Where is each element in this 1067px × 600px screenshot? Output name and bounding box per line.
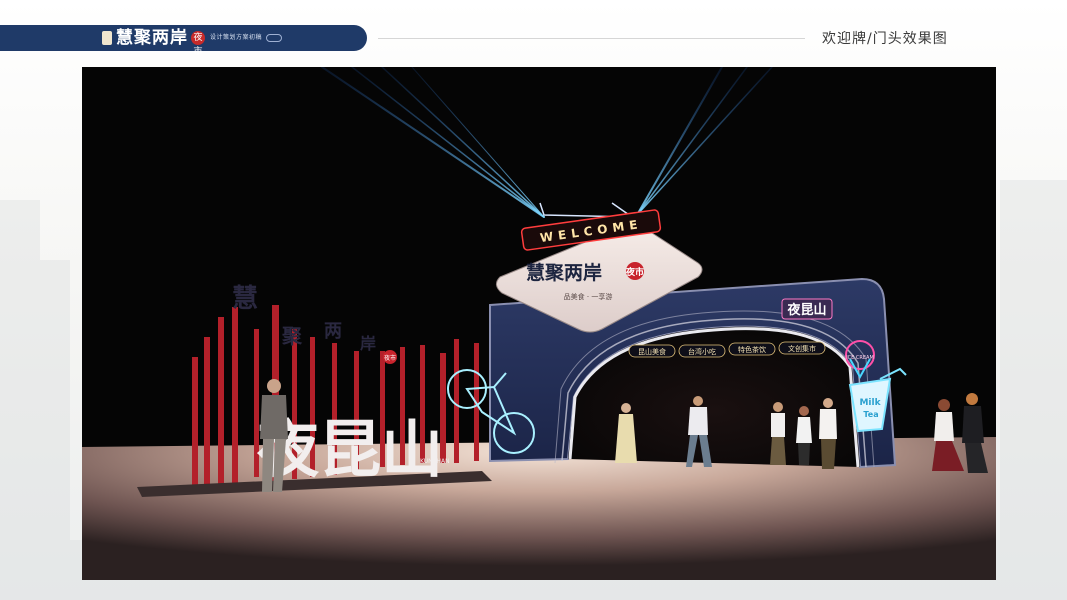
sign-seal: 夜市: [625, 266, 644, 278]
pillar-char-4: 岸: [360, 334, 376, 353]
page-title: 欢迎牌/门头效果图: [822, 31, 948, 47]
header-brand: 慧聚两岸: [116, 28, 188, 48]
header-subtitle: 设计策划方案初稿: [210, 34, 263, 41]
pillar-char-2: 聚: [281, 324, 303, 348]
sculpture-sub: KUNSHAN: [420, 458, 450, 465]
pillar-char-1: 慧: [232, 284, 258, 314]
laser-beams: [321, 67, 773, 218]
header-divider: [378, 38, 805, 39]
arch-tag-1: 昆山美食: [638, 347, 666, 356]
logo-badge-icon: [102, 31, 112, 45]
arch-logo-text: 夜昆山: [786, 302, 826, 318]
slide-page: 慧聚两岸 夜市 设计策划方案初稿 欢迎牌/门头效果图 昆山美食 台湾小吃 特色茶…: [0, 0, 1067, 600]
sign-title: 慧聚两岸: [526, 261, 602, 284]
render-image: 昆山美食 台湾小吃 特色茶饮 文创集市 夜昆山 ICE CREAM Milk T…: [82, 67, 996, 580]
neon-milk-tea-text-2: Tea: [863, 410, 878, 419]
neon-milk-tea-text-1: Milk: [859, 398, 881, 408]
pillar-char-3: 两: [324, 321, 342, 342]
arch-tag-3: 特色茶饮: [738, 345, 766, 354]
pillar-seal: 夜市: [384, 354, 396, 362]
arch-tag-4: 文创集市: [788, 344, 816, 353]
person-pair-right: [932, 393, 988, 473]
arch-tag-2: 台湾小吃: [688, 347, 716, 356]
pillar-characters: 慧 聚 两 岸: [232, 284, 376, 353]
cloud-icon: [266, 34, 283, 42]
render-scene: 昆山美食 台湾小吃 特色茶饮 文创集市 夜昆山 ICE CREAM Milk T…: [82, 67, 996, 580]
header-seal: 夜市: [191, 31, 205, 57]
arch-logo: 夜昆山: [781, 298, 833, 320]
sign-slogan: 品美食 · 一享游: [564, 292, 613, 301]
neon-ice-cream-text: ICE CREAM: [846, 355, 874, 361]
header-bar: 慧聚两岸 夜市 设计策划方案初稿: [0, 25, 367, 57]
